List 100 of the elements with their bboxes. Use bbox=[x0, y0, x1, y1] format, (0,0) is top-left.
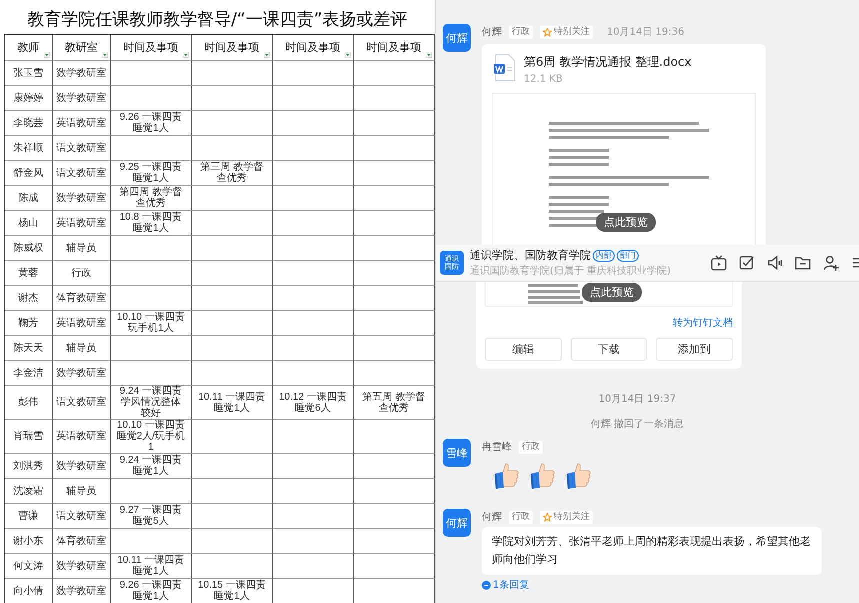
role-tag: 行政 bbox=[519, 440, 543, 454]
column-header[interactable]: 时间及事项 bbox=[354, 35, 435, 61]
role-tag: 行政 bbox=[509, 26, 533, 38]
table-cell: 9.26 一课四责睡觉1人 bbox=[111, 579, 192, 603]
table-cell: 行政 bbox=[53, 261, 111, 286]
table-cell: 黄蓉 bbox=[5, 261, 53, 286]
table-cell: 数学教研室 bbox=[53, 361, 111, 386]
column-header[interactable]: 时间及事项 bbox=[111, 35, 192, 61]
group-subtitle: 通识国防教育学院(归属于 重庆科技职业学院) bbox=[470, 264, 671, 278]
table-cell: 数学教研室 bbox=[53, 579, 111, 603]
table-cell: 数学教研室 bbox=[53, 554, 111, 579]
table-cell: 舒金凤 bbox=[5, 161, 53, 186]
filter-arrow-icon bbox=[183, 52, 189, 58]
convert-link[interactable]: 转为钉钉文档 bbox=[673, 316, 733, 330]
table-cell: 10.12 一课四责睡觉6人 bbox=[273, 386, 354, 420]
table-cell: 数学教研室 bbox=[53, 86, 111, 111]
table-cell: 10.11 一课四责睡觉1人 bbox=[111, 554, 192, 579]
table-cell: 语文教研室 bbox=[53, 161, 111, 186]
column-header[interactable]: 教师 bbox=[5, 35, 53, 61]
table-cell: 朱祥顺 bbox=[5, 136, 53, 161]
sheet-title: 教育学院任课教师教学督导/“一课四责”表扬或差评 bbox=[26, 9, 409, 32]
avatar[interactable]: 何辉 bbox=[443, 509, 471, 537]
table-cell: 李晓芸 bbox=[5, 111, 53, 136]
table-cell: 谢小东 bbox=[5, 529, 53, 554]
sender-name[interactable]: 何辉 bbox=[482, 510, 502, 524]
star-icon bbox=[543, 512, 552, 522]
replies-link[interactable]: 1条回复 bbox=[482, 578, 530, 592]
table-cell: 向小倩 bbox=[5, 579, 53, 603]
message-time: 10月14日 19:36 bbox=[607, 26, 684, 39]
tv-icon[interactable] bbox=[710, 254, 728, 272]
time-divider: 10月14日 19:37 bbox=[598, 393, 678, 406]
table-cell: 语文教研室 bbox=[53, 136, 111, 161]
table-cell: 谢杰 bbox=[5, 286, 53, 311]
column-header[interactable]: 时间及事项 bbox=[192, 35, 273, 61]
group-title: 通识学院、国防教育学院 bbox=[470, 248, 591, 263]
filter-arrow-icon bbox=[345, 52, 351, 58]
table-cell: 曹谦 bbox=[5, 504, 53, 529]
sender-name[interactable]: 何辉 bbox=[482, 25, 502, 39]
file-size: 12.1 KB bbox=[524, 74, 564, 85]
table-cell: 10.10 一课四责玩手机1人 bbox=[111, 311, 192, 336]
table-cell: 鞠芳 bbox=[5, 311, 53, 336]
follow-tag: 特别关注 bbox=[540, 510, 593, 524]
checkbox-icon[interactable] bbox=[738, 254, 756, 272]
action-button[interactable]: 添加到 bbox=[656, 338, 734, 361]
table-cell: 10.11 一课四责睡觉1人 bbox=[192, 386, 273, 420]
follow-tag: 特别关注 bbox=[540, 26, 593, 38]
table-cell: 康婷婷 bbox=[5, 86, 53, 111]
document-preview[interactable]: 点此预览 bbox=[485, 282, 733, 307]
table-cell: 英语教研室 bbox=[53, 311, 111, 336]
table-cell: 数学教研室 bbox=[53, 454, 111, 479]
file-name: 第6周 教学情况通报 整理.docx bbox=[524, 54, 692, 71]
table-cell: 第四周 教学督查优秀 bbox=[111, 186, 192, 211]
table-cell: 陈威权 bbox=[5, 236, 53, 261]
table-cell: 李金洁 bbox=[5, 361, 53, 386]
table-cell: 辅导员 bbox=[53, 479, 111, 504]
preview-button[interactable]: 点此预览 bbox=[582, 283, 642, 302]
table-cell: 数学教研室 bbox=[53, 186, 111, 211]
group-badge: 部门 bbox=[617, 250, 639, 262]
thumbs-up-icon bbox=[528, 461, 558, 491]
table-cell: 9.26 一课四责睡觉1人 bbox=[111, 111, 192, 136]
table-cell: 9.27 一课四责睡觉5人 bbox=[111, 504, 192, 529]
table-cell: 10.15 一课四责睡觉1人 bbox=[192, 579, 273, 603]
file-card[interactable]: 第6周 教学情况通报 整理.docx 12.1 KB 点此预览 bbox=[482, 44, 766, 245]
table-cell: 第三周 教学督查优秀 bbox=[192, 161, 273, 186]
table-cell: 肖瑞雪 bbox=[5, 420, 53, 454]
table-cell: 数学教研室 bbox=[53, 61, 111, 86]
reply-icon bbox=[482, 580, 491, 590]
file-card[interactable]: 点此预览 转为钉钉文档 编辑 下载 添加到 bbox=[476, 282, 742, 369]
word-file-icon bbox=[494, 54, 516, 82]
table-cell: 陈天天 bbox=[5, 336, 53, 361]
table-cell: 何文涛 bbox=[5, 554, 53, 579]
table-cell: 语文教研室 bbox=[53, 386, 111, 420]
column-header[interactable]: 教研室 bbox=[53, 35, 111, 61]
role-tag: 行政 bbox=[509, 510, 533, 524]
table-cell: 体育教研室 bbox=[53, 286, 111, 311]
preview-button[interactable]: 点此预览 bbox=[596, 213, 656, 232]
filter-arrow-icon bbox=[102, 52, 108, 58]
speaker-icon[interactable] bbox=[766, 254, 784, 272]
thumbs-up-icon bbox=[564, 461, 594, 491]
action-button[interactable]: 下载 bbox=[570, 338, 648, 361]
table-cell: 沈凌霜 bbox=[5, 479, 53, 504]
sender-name[interactable]: 冉雪峰 bbox=[482, 440, 512, 454]
table-cell: 第五周 教学督查优秀 bbox=[354, 386, 435, 420]
avatar[interactable]: 雪峰 bbox=[443, 439, 471, 467]
table-cell: 体育教研室 bbox=[53, 529, 111, 554]
message-bubble: 学院对刘芳芳、张清平老师上周的精彩表现提出表扬，希望其他老师向他们学习 bbox=[482, 527, 822, 575]
thumbs-up-icon bbox=[492, 461, 522, 491]
table-cell: 英语教研室 bbox=[53, 111, 111, 136]
add-person-icon[interactable] bbox=[822, 254, 840, 272]
table-cell: 英语教研室 bbox=[53, 211, 111, 236]
table-cell: 辅导员 bbox=[53, 236, 111, 261]
table-cell: 辅导员 bbox=[53, 336, 111, 361]
system-notice: 何辉 撤回了一条消息 bbox=[590, 418, 686, 431]
table-cell: 刘淇秀 bbox=[5, 454, 53, 479]
filter-arrow-icon bbox=[426, 52, 432, 58]
filter-arrow-icon bbox=[44, 52, 50, 58]
avatar[interactable]: 何辉 bbox=[443, 24, 471, 52]
table-cell: 10.8 一课四责睡觉1人 bbox=[111, 211, 192, 236]
column-header[interactable]: 时间及事项 bbox=[273, 35, 354, 61]
action-button[interactable]: 编辑 bbox=[485, 338, 562, 361]
